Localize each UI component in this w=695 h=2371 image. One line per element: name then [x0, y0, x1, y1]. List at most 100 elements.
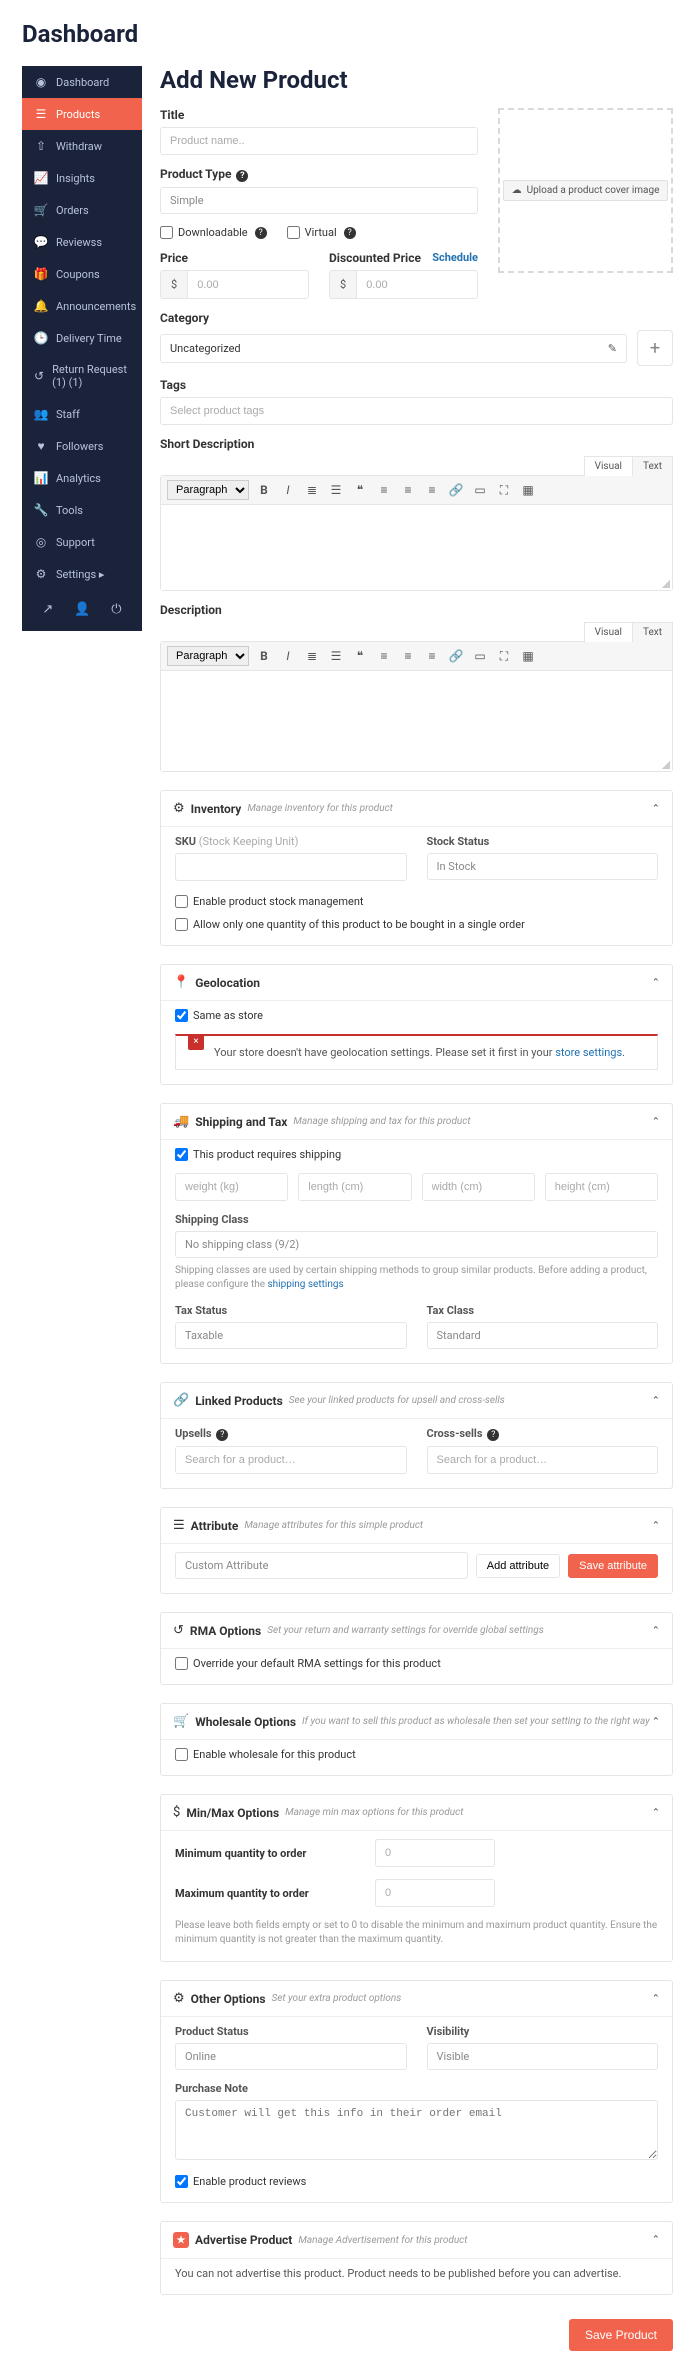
geolocation-header[interactable]: 📍 Geolocation ⌃: [161, 965, 672, 1000]
sidebar-item-reviewss[interactable]: 💬Reviewss: [22, 226, 142, 258]
help-icon[interactable]: ?: [344, 227, 356, 239]
sold-individually-checkbox[interactable]: Allow only one quantity of this product …: [175, 918, 658, 931]
shipping-header[interactable]: 🚚 Shipping and Tax Manage shipping and t…: [161, 1104, 672, 1139]
length-input[interactable]: [298, 1173, 411, 1201]
pencil-icon[interactable]: ✎: [608, 342, 617, 355]
height-input[interactable]: [545, 1173, 658, 1201]
product-name-input[interactable]: [160, 127, 478, 155]
shipping-class-select[interactable]: No shipping class (9/2): [175, 1231, 658, 1258]
toolbar-toggle-icon[interactable]: ▦: [519, 481, 537, 499]
sidebar-item-tools[interactable]: 🔧Tools: [22, 494, 142, 526]
description-textarea[interactable]: [161, 671, 672, 771]
shipping-settings-link[interactable]: shipping settings: [268, 1279, 344, 1290]
tax-status-select[interactable]: Taxable: [175, 1322, 407, 1349]
external-link-icon[interactable]: ↗: [42, 602, 53, 617]
power-icon[interactable]: ⏻: [111, 602, 121, 617]
paragraph-select[interactable]: Paragraph: [167, 480, 249, 500]
sidebar-item-support[interactable]: ◎Support: [22, 526, 142, 558]
add-attribute-button[interactable]: Add attribute: [476, 1554, 560, 1578]
same-as-store-checkbox[interactable]: Same as store: [175, 1009, 658, 1022]
numbered-list-icon[interactable]: ☰: [327, 481, 345, 499]
sidebar-item-announcements[interactable]: 🔔Announcements: [22, 290, 142, 322]
inventory-header[interactable]: ⚙ Inventory Manage inventory for this pr…: [161, 791, 672, 826]
product-status-select[interactable]: Online: [175, 2043, 407, 2070]
price-input[interactable]: [187, 270, 309, 299]
sidebar-item-return-request-[interactable]: ↺Return Request (1) (1): [22, 354, 142, 398]
bullet-list-icon[interactable]: ≣: [303, 481, 321, 499]
link-icon[interactable]: 🔗: [447, 647, 465, 665]
purchase-note-input[interactable]: [175, 2100, 658, 2160]
paragraph-select[interactable]: Paragraph: [167, 646, 249, 666]
sidebar-item-staff[interactable]: 👥Staff: [22, 398, 142, 430]
user-icon[interactable]: 👤: [74, 602, 90, 617]
sidebar-item-analytics[interactable]: 📊Analytics: [22, 462, 142, 494]
schedule-link[interactable]: Schedule: [432, 251, 478, 264]
linked-products-header[interactable]: 🔗 Linked Products See your linked produc…: [161, 1383, 672, 1418]
tags-input[interactable]: [160, 397, 673, 425]
store-settings-link[interactable]: store settings: [555, 1046, 622, 1059]
align-left-icon[interactable]: ≡: [375, 647, 393, 665]
numbered-list-icon[interactable]: ☰: [327, 647, 345, 665]
sku-input[interactable]: [175, 853, 407, 881]
bold-icon[interactable]: B: [255, 481, 273, 499]
downloadable-checkbox[interactable]: Downloadable ?: [160, 226, 267, 239]
sidebar-item-products[interactable]: ☰Products: [22, 98, 142, 130]
italic-icon[interactable]: I: [279, 481, 297, 499]
sidebar-item-insights[interactable]: 📈Insights: [22, 162, 142, 194]
tax-class-select[interactable]: Standard: [427, 1322, 659, 1349]
other-options-header[interactable]: ⚙ Other Options Set your extra product o…: [161, 1981, 672, 2016]
crosssells-input[interactable]: [427, 1446, 659, 1474]
text-tab[interactable]: Text: [632, 456, 673, 476]
sidebar-item-dashboard[interactable]: ◉Dashboard: [22, 66, 142, 98]
enable-stock-checkbox[interactable]: Enable product stock management: [175, 895, 658, 908]
insert-icon[interactable]: ▭: [471, 647, 489, 665]
save-product-button[interactable]: Save Product: [569, 2319, 673, 2351]
weight-input[interactable]: [175, 1173, 288, 1201]
upsells-input[interactable]: [175, 1446, 407, 1474]
insert-icon[interactable]: ▭: [471, 481, 489, 499]
close-icon[interactable]: ×: [188, 1034, 204, 1050]
width-input[interactable]: [422, 1173, 535, 1201]
max-quantity-input[interactable]: [375, 1879, 495, 1907]
discounted-price-input[interactable]: [356, 270, 478, 299]
short-description-textarea[interactable]: [161, 505, 672, 590]
align-center-icon[interactable]: ≡: [399, 481, 417, 499]
sidebar-item-followers[interactable]: ♥Followers: [22, 430, 142, 462]
bold-icon[interactable]: B: [255, 647, 273, 665]
sidebar-item-delivery-time[interactable]: 🕒Delivery Time: [22, 322, 142, 354]
fullscreen-icon[interactable]: ⛶: [495, 481, 513, 499]
text-tab[interactable]: Text: [632, 622, 673, 642]
align-right-icon[interactable]: ≡: [423, 647, 441, 665]
rma-header[interactable]: ↺ RMA Options Set your return and warran…: [161, 1613, 672, 1648]
visual-tab[interactable]: Visual: [584, 456, 632, 476]
min-quantity-input[interactable]: [375, 1839, 495, 1867]
add-category-button[interactable]: +: [637, 330, 673, 366]
save-attribute-button[interactable]: Save attribute: [568, 1554, 658, 1578]
sidebar-item-orders[interactable]: 🛒Orders: [22, 194, 142, 226]
attribute-header[interactable]: ☰ Attribute Manage attributes for this s…: [161, 1508, 672, 1543]
enable-reviews-checkbox[interactable]: Enable product reviews: [175, 2175, 658, 2188]
fullscreen-icon[interactable]: ⛶: [495, 647, 513, 665]
sidebar-item-coupons[interactable]: 🎁Coupons: [22, 258, 142, 290]
help-icon[interactable]: ?: [255, 227, 267, 239]
enable-wholesale-checkbox[interactable]: Enable wholesale for this product: [175, 1748, 658, 1761]
stock-status-select[interactable]: In Stock: [427, 853, 659, 880]
help-icon[interactable]: ?: [487, 1429, 499, 1441]
minmax-header[interactable]: $ Min/Max Options Manage min max options…: [161, 1795, 672, 1830]
align-center-icon[interactable]: ≡: [399, 647, 417, 665]
visibility-select[interactable]: Visible: [427, 2043, 659, 2070]
upload-cover-image[interactable]: ☁ Upload a product cover image: [498, 108, 673, 273]
virtual-checkbox[interactable]: Virtual ?: [287, 226, 356, 239]
bullet-list-icon[interactable]: ≣: [303, 647, 321, 665]
align-right-icon[interactable]: ≡: [423, 481, 441, 499]
quote-icon[interactable]: ❝: [351, 647, 369, 665]
product-type-select[interactable]: Simple: [160, 187, 478, 214]
help-icon[interactable]: ?: [216, 1429, 228, 1441]
requires-shipping-checkbox[interactable]: This product requires shipping: [175, 1148, 658, 1161]
quote-icon[interactable]: ❝: [351, 481, 369, 499]
toolbar-toggle-icon[interactable]: ▦: [519, 647, 537, 665]
link-icon[interactable]: 🔗: [447, 481, 465, 499]
advertise-header[interactable]: ★ Advertise Product Manage Advertisement…: [161, 2222, 672, 2258]
italic-icon[interactable]: I: [279, 647, 297, 665]
help-icon[interactable]: ?: [236, 170, 248, 182]
